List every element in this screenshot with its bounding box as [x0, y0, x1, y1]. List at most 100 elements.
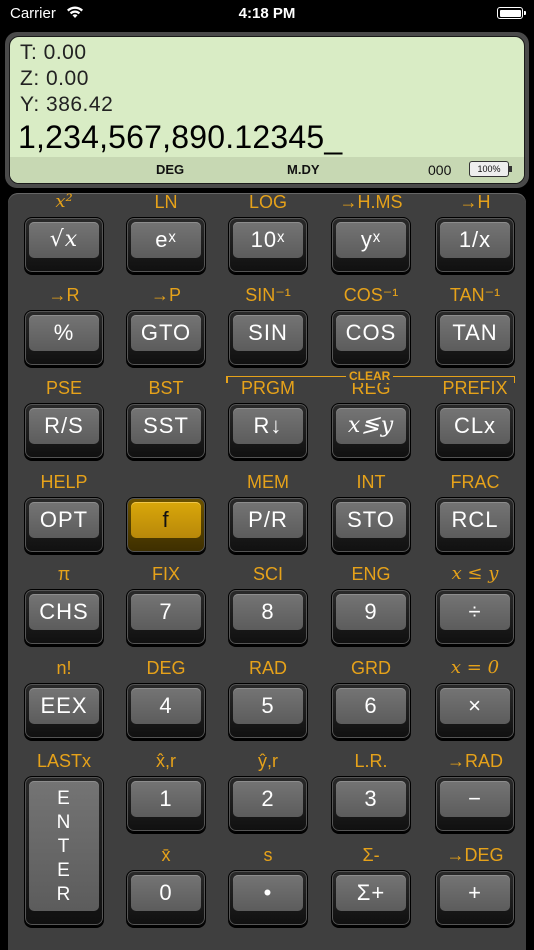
shift-label: MEM	[247, 472, 289, 492]
annunciator-row: DEG M.DY 000 100%	[10, 157, 524, 183]
key-button[interactable]: SIN	[228, 310, 308, 366]
key-button[interactable]: OPT	[24, 497, 104, 553]
key-button[interactable]: STO	[331, 497, 411, 553]
shift-label: →DEG	[446, 845, 504, 865]
key-button[interactable]: ENTER	[24, 776, 104, 926]
shift-label: x²	[55, 191, 73, 212]
lcd-display: T: 0.00 Z: 0.00 Y: 386.42 1,234,567,890.…	[9, 36, 525, 184]
key-button[interactable]: P/R	[228, 497, 308, 553]
key-button[interactable]: 2	[228, 776, 308, 832]
key-label: TAN	[440, 315, 510, 351]
shift-label: →R	[48, 285, 80, 305]
shift-label: L.R.	[354, 751, 388, 771]
key-button[interactable]: 10ˣ	[228, 217, 308, 273]
shift-label: PSE	[45, 378, 83, 398]
shift-label: x ≤ y	[451, 563, 499, 584]
key-button[interactable]: GTO	[126, 310, 206, 366]
key-label: 7	[131, 594, 201, 630]
key-label: P/R	[233, 502, 303, 538]
key-button[interactable]: 0	[126, 870, 206, 926]
key-button[interactable]: ×	[435, 683, 515, 739]
key-button[interactable]: •	[228, 870, 308, 926]
key-button[interactable]: 7	[126, 589, 206, 645]
shift-label: Σ-	[362, 845, 380, 865]
key-button[interactable]: +	[435, 870, 515, 926]
key-button[interactable]: 3	[331, 776, 411, 832]
shift-label: x̂,r	[156, 751, 176, 771]
key-button[interactable]: x≶y	[331, 403, 411, 459]
key-label: R/S	[29, 408, 99, 444]
key-button[interactable]: yˣ	[331, 217, 411, 273]
key-button[interactable]: TAN	[435, 310, 515, 366]
key-button[interactable]: f	[126, 497, 206, 553]
key-button[interactable]: RCL	[435, 497, 515, 553]
key-button[interactable]: R↓	[228, 403, 308, 459]
key-button[interactable]: 9	[331, 589, 411, 645]
key-label: Σ+	[336, 875, 406, 911]
key-label: SST	[131, 408, 201, 444]
clear-label: CLEAR	[346, 369, 394, 383]
key-button[interactable]: %	[24, 310, 104, 366]
key-label: f	[131, 502, 201, 538]
display-frame: T: 0.00 Z: 0.00 Y: 386.42 1,234,567,890.…	[5, 32, 529, 188]
shift-label: →H.MS	[339, 192, 403, 212]
key-label: x≶y	[336, 408, 406, 444]
key-button[interactable]: 1	[126, 776, 206, 832]
shift-label: →RAD	[446, 751, 503, 771]
key-button[interactable]: SST	[126, 403, 206, 459]
key-button[interactable]: 8	[228, 589, 308, 645]
shift-label: FRAC	[450, 472, 500, 492]
key-label: 1	[131, 781, 201, 817]
key-button[interactable]: 6	[331, 683, 411, 739]
shift-label: x̄	[161, 845, 171, 865]
key-button[interactable]: 1/x	[435, 217, 515, 273]
shift-label: RAD	[248, 658, 287, 678]
shift-label: GRD	[351, 658, 391, 678]
key-label: 4	[131, 688, 201, 724]
shift-label: LASTx	[36, 751, 92, 771]
key-button[interactable]: 4	[126, 683, 206, 739]
key-button[interactable]: CLx	[435, 403, 515, 459]
key-label: EEX	[29, 688, 99, 724]
key-button[interactable]: CHS	[24, 589, 104, 645]
key-label: 5	[233, 688, 303, 724]
keypad: x² √x LN eˣ LOG 10ˣ →H.MS yˣ →H 1/x →R% →P GTO SIN⁻¹ S…	[8, 191, 526, 950]
key-label: SIN	[233, 315, 303, 351]
key-label: +	[440, 875, 510, 911]
key-label: 0	[131, 875, 201, 911]
key-label: √x	[29, 222, 99, 258]
shift-label: LOG	[248, 192, 287, 212]
status-bar: Carrier 4:18 PM	[0, 0, 534, 30]
key-label: %	[29, 315, 99, 351]
shift-label: s	[263, 845, 273, 865]
key-label: RCL	[440, 502, 510, 538]
battery-icon	[497, 7, 526, 19]
key-button[interactable]: −	[435, 776, 515, 832]
shift-label: π	[57, 564, 71, 584]
stack-z: Z: 0.00	[20, 67, 89, 90]
key-button[interactable]: 5	[228, 683, 308, 739]
shift-label: x = 0	[450, 657, 500, 678]
shift-label: →H	[459, 192, 491, 212]
shift-label: FIX	[151, 564, 180, 584]
key-button[interactable]: Σ+	[331, 870, 411, 926]
shift-label: BST	[148, 378, 184, 398]
key-label: 8	[233, 594, 303, 630]
clock: 4:18 PM	[238, 5, 296, 22]
key-label: eˣ	[131, 222, 201, 258]
key-label: ÷	[440, 594, 510, 630]
key-button[interactable]: COS	[331, 310, 411, 366]
key-button[interactable]: R/S	[24, 403, 104, 459]
key-label: ENTER	[29, 781, 99, 911]
key-label: •	[233, 875, 303, 911]
shift-label: HELP	[40, 472, 88, 492]
key-button[interactable]: ÷	[435, 589, 515, 645]
shift-label: n!	[56, 658, 72, 678]
key-button[interactable]: √x	[24, 217, 104, 273]
x-register: 1,234,567,890.12345_	[18, 119, 343, 155]
shift-label: LN	[154, 192, 178, 212]
key-button[interactable]: EEX	[24, 683, 104, 739]
key-label: COS	[336, 315, 406, 351]
key-label: 2	[233, 781, 303, 817]
key-button[interactable]: eˣ	[126, 217, 206, 273]
